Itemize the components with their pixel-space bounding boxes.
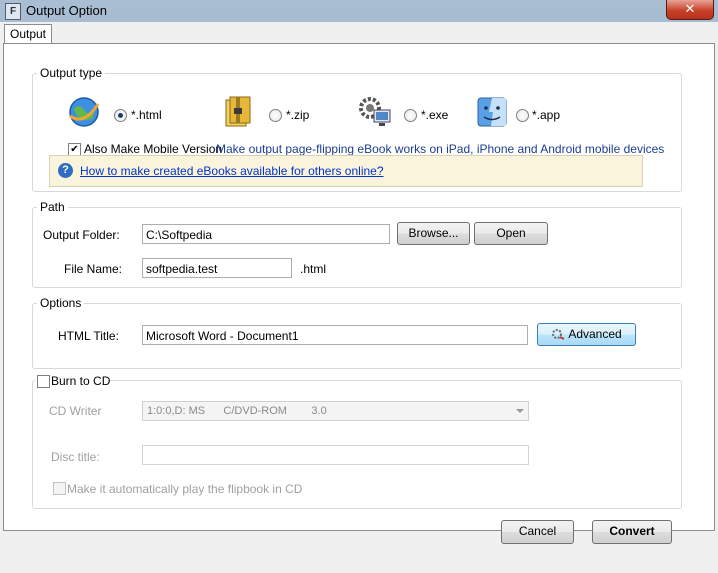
zip-archive-icon	[220, 94, 256, 130]
options-legend: Options	[40, 296, 82, 310]
html-title-input[interactable]: Microsoft Word - Document1	[142, 325, 528, 345]
mac-finder-icon	[474, 94, 510, 130]
file-name-label: File Name:	[64, 262, 123, 276]
close-button[interactable]: ✕	[666, 0, 714, 20]
chevron-down-icon	[516, 409, 524, 413]
mobile-version-note: Make output page-flipping eBook works on…	[216, 142, 665, 156]
zip-radio[interactable]	[269, 109, 282, 122]
disc-title-input[interactable]	[142, 445, 529, 465]
autoplay-label[interactable]: Make it automatically play the flipbook …	[67, 482, 302, 496]
window-title: Output Option	[26, 3, 107, 18]
app-option-label: *.app	[532, 108, 561, 122]
disc-title-label: Disc title:	[51, 450, 100, 464]
exe-option-label: *.exe	[421, 108, 449, 122]
zip-option-label: *.zip	[286, 108, 310, 122]
browse-button[interactable]: Browse...	[397, 222, 470, 245]
advanced-icon	[551, 326, 565, 340]
cancel-button[interactable]: Cancel	[501, 520, 574, 544]
output-folder-label: Output Folder:	[43, 228, 120, 242]
help-link[interactable]: How to make created eBooks available for…	[80, 164, 384, 178]
output-option-window: F Output Option ✕ Output Output type *.h…	[0, 0, 718, 573]
path-legend: Path	[40, 200, 65, 214]
burn-to-cd-label[interactable]: Burn to CD	[51, 374, 110, 388]
help-info-bar: ? How to make created eBooks available f…	[49, 155, 643, 187]
gear-computer-icon	[356, 94, 392, 130]
app-icon: F	[5, 3, 21, 20]
html-radio[interactable]	[114, 109, 127, 122]
mobile-version-label[interactable]: Also Make Mobile Version	[84, 142, 222, 156]
title-bar[interactable]: F Output Option ✕	[0, 0, 718, 22]
burn-to-cd-checkbox[interactable]	[37, 375, 50, 388]
output-type-legend: Output type	[40, 66, 103, 80]
cd-writer-select[interactable]: 1:0:0,D: MS C/DVD-ROM 3.0	[142, 401, 529, 421]
file-extension-label: .html	[300, 262, 327, 276]
html-title-label: HTML Title:	[58, 329, 119, 343]
path-group: Path	[32, 200, 682, 288]
html-option-label: *.html	[131, 108, 162, 122]
file-name-input[interactable]: softpedia.test	[142, 258, 292, 278]
open-button[interactable]: Open	[474, 222, 548, 245]
globe-icon	[66, 94, 102, 130]
convert-button[interactable]: Convert	[592, 520, 672, 544]
tab-output[interactable]: Output	[4, 24, 52, 44]
output-folder-input[interactable]: C:\Softpedia	[142, 224, 390, 244]
app-radio[interactable]	[516, 109, 529, 122]
advanced-button[interactable]: Advanced	[537, 323, 636, 346]
dialog-body: Output Output type *.html *.zip *.exe *.…	[0, 22, 718, 573]
help-icon: ?	[58, 163, 73, 178]
advanced-label: Advanced	[568, 327, 622, 341]
cd-writer-label: CD Writer	[49, 404, 102, 418]
cd-writer-value: 1:0:0,D: MS C/DVD-ROM 3.0	[147, 405, 327, 417]
output-tab-panel: Output type *.html *.zip *.exe *.app ✔ A…	[3, 43, 715, 531]
exe-radio[interactable]	[404, 109, 417, 122]
autoplay-checkbox[interactable]	[53, 482, 66, 495]
